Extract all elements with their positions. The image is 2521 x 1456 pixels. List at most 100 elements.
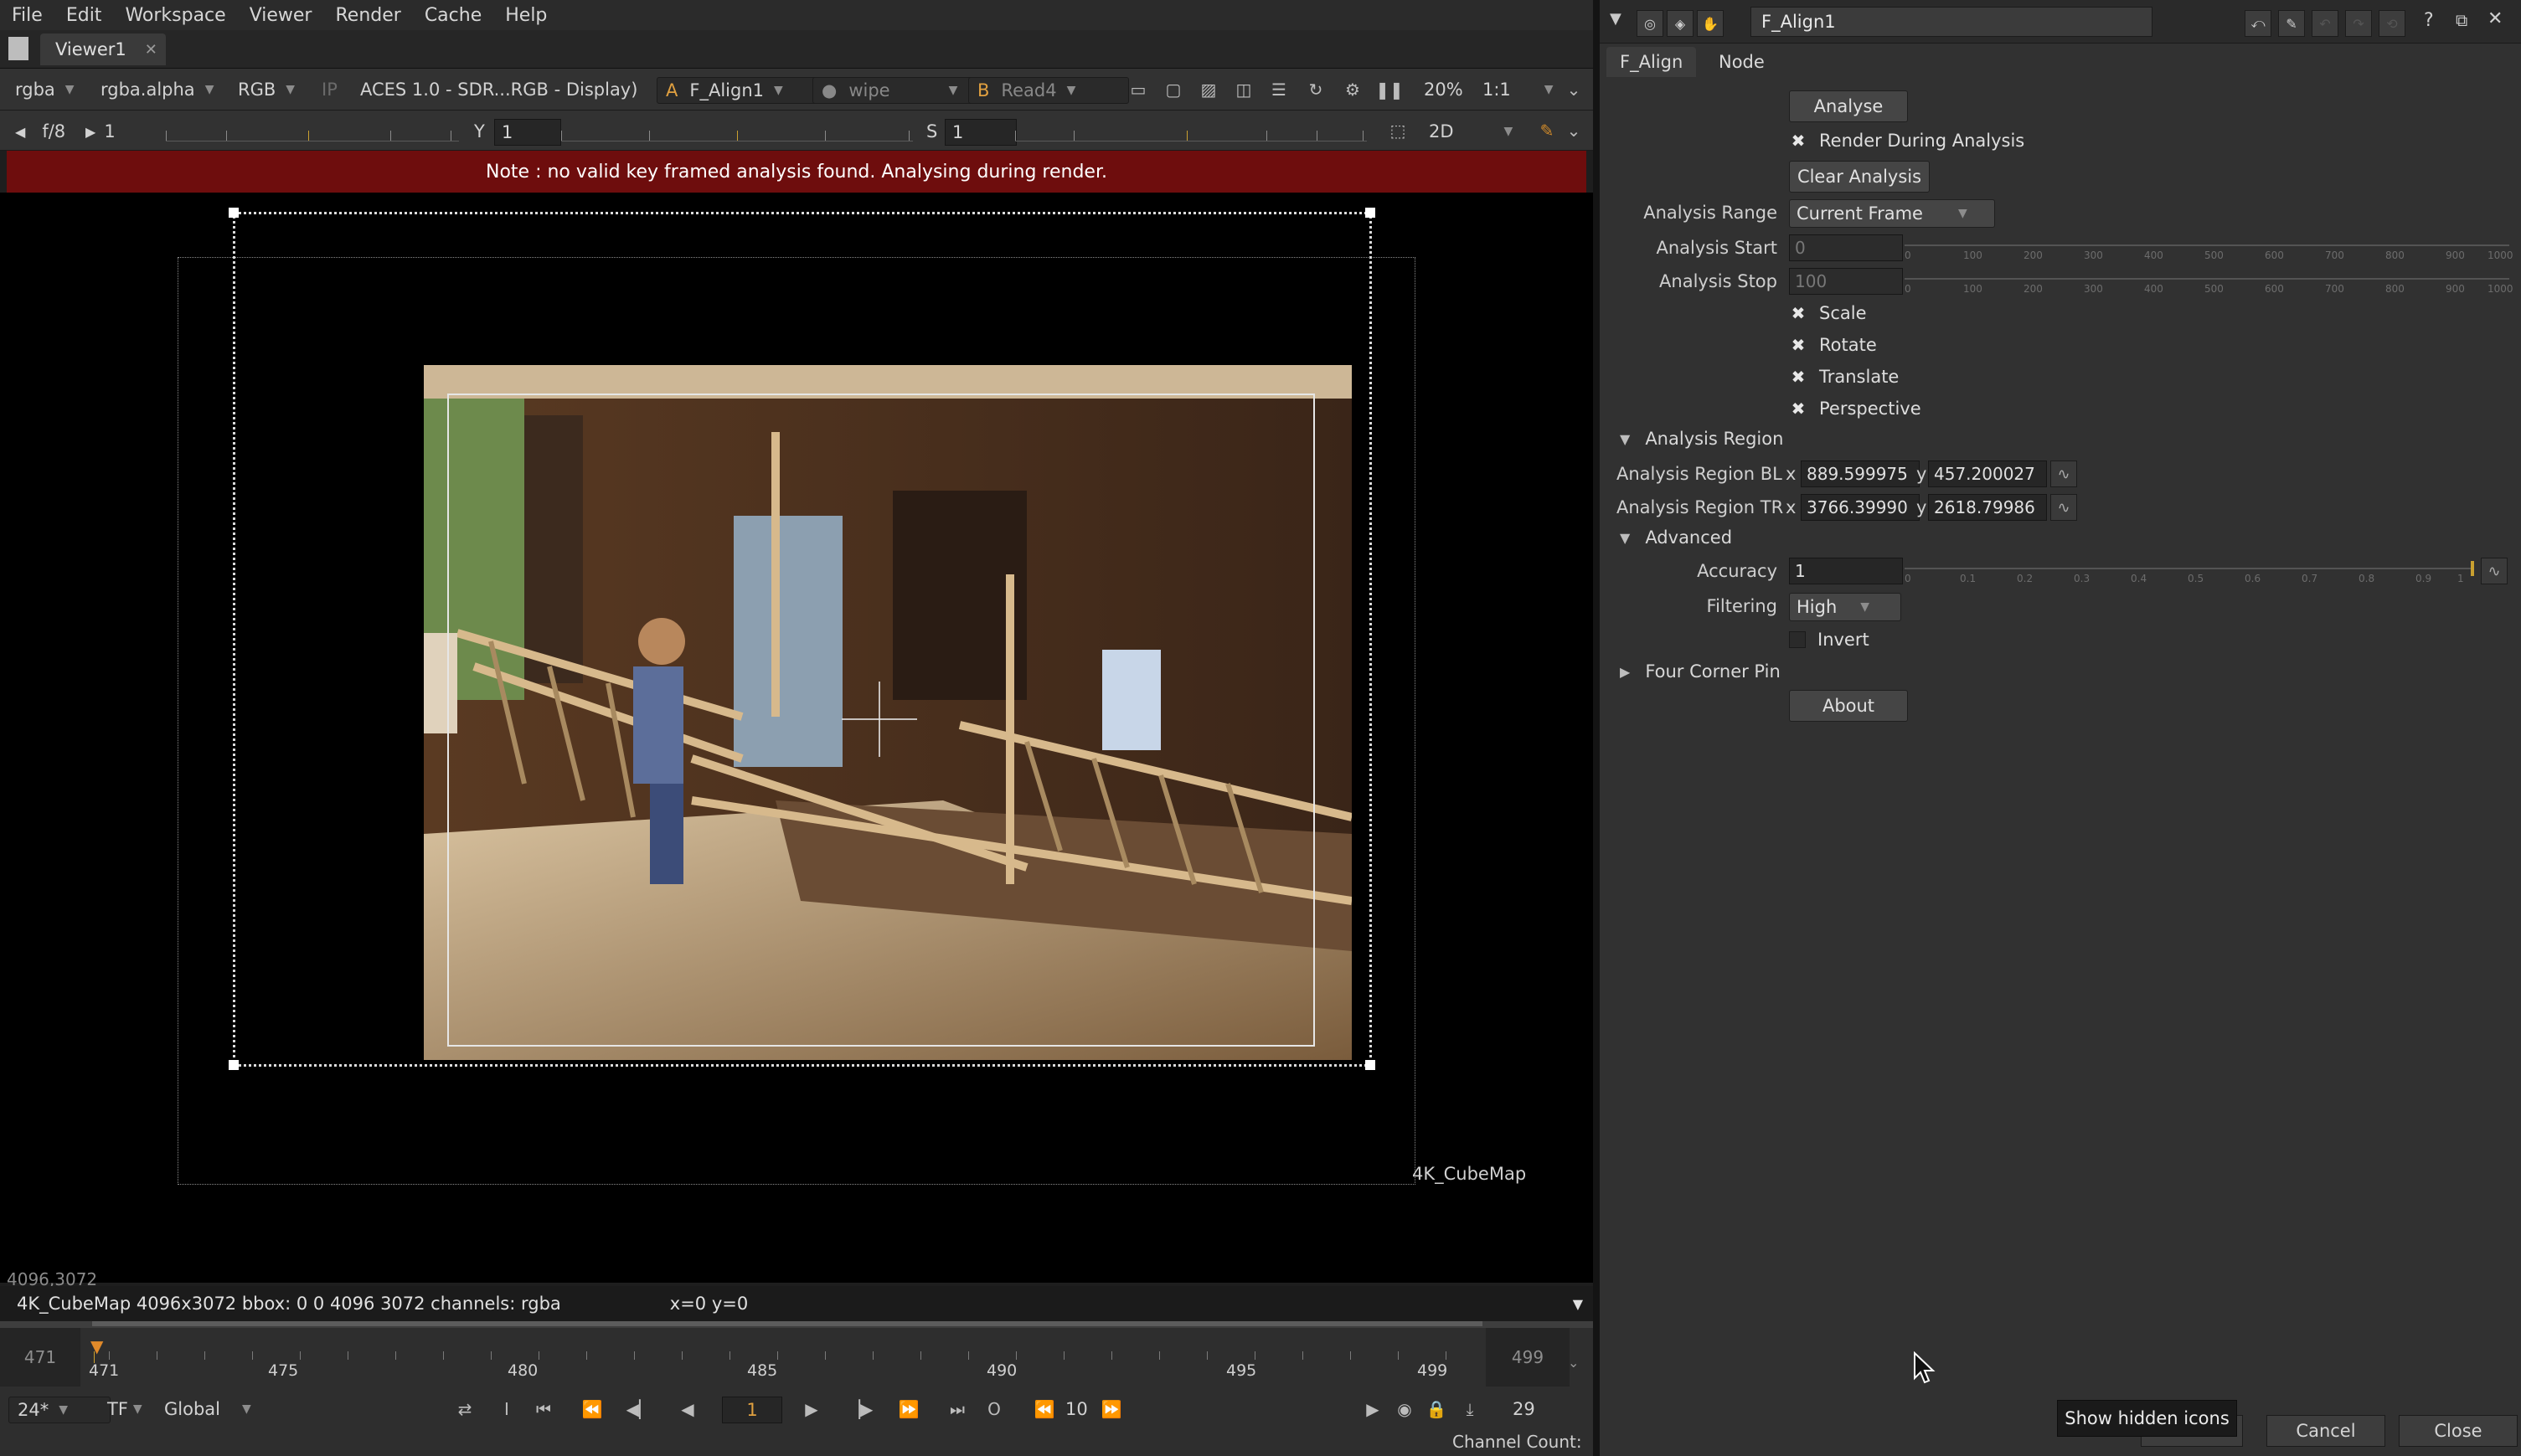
rotate-checkbox[interactable]: ✖ Rotate	[1789, 335, 1877, 355]
animation-curve-icon[interactable]: ∿	[2481, 558, 2508, 584]
safe-area-icon[interactable]: ▢	[1161, 77, 1186, 102]
menu-cache[interactable]: Cache	[413, 5, 493, 26]
pane-menu-icon[interactable]	[8, 37, 28, 60]
viewer-link-icon[interactable]: ◈	[1667, 10, 1694, 37]
node-help-icon[interactable]: ◎	[1637, 10, 1663, 37]
close-icon[interactable]: ✕	[145, 41, 157, 59]
tab-node[interactable]: Node	[1705, 47, 1778, 77]
bbox-handle-tr[interactable]	[1365, 208, 1375, 218]
prev-frame-icon[interactable]: ◀▏	[626, 1397, 652, 1422]
filtering-dropdown[interactable]: High ▼	[1789, 593, 1901, 621]
wipe-dropdown[interactable]: ● wipe ▼	[812, 77, 982, 104]
bbox-handle-br[interactable]	[1365, 1060, 1375, 1070]
gear-icon[interactable]: ⚙	[1340, 77, 1365, 102]
chevron-down-icon[interactable]: ▼	[1573, 1296, 1583, 1312]
in-point-icon[interactable]: I	[494, 1397, 519, 1422]
invert-checkbox[interactable]: Invert	[1789, 630, 1869, 650]
pause-icon[interactable]: ❚❚	[1375, 77, 1404, 102]
region-bl-y-input[interactable]: 457.200027	[1928, 460, 2047, 487]
bbox-handle-tl[interactable]	[229, 208, 239, 218]
end-frame-value[interactable]: 29	[1513, 1397, 1535, 1422]
timecode-dropdown[interactable]: TF ▼	[107, 1397, 142, 1422]
view-mode-dropdown[interactable]: 2D ▼	[1429, 119, 1513, 144]
region-tr-y-input[interactable]: 2618.79986	[1928, 494, 2047, 521]
expand-chevrons-icon[interactable]: ⌄	[1561, 118, 1586, 143]
scale-checkbox[interactable]: ✖ Scale	[1789, 303, 1867, 323]
collapse-triangle-icon[interactable]: ▼	[1610, 10, 1621, 28]
translate-checkbox[interactable]: ✖ Translate	[1789, 367, 1900, 387]
menu-viewer[interactable]: Viewer	[238, 5, 324, 26]
animation-curve-icon[interactable]: ∿	[2050, 460, 2077, 487]
menu-render[interactable]: Render	[323, 5, 412, 26]
redo-icon[interactable]: ↷	[2345, 10, 2372, 37]
analysis-region-section[interactable]: ▼ Analysis Region	[1620, 429, 1783, 449]
undo-icon[interactable]: ↶	[2312, 10, 2338, 37]
menu-file[interactable]: File	[0, 5, 54, 26]
step-increment[interactable]: 10	[1065, 1397, 1088, 1422]
input-a-dropdown[interactable]: A F_Align1 ▼	[657, 77, 826, 104]
four-corner-pin-section[interactable]: ▶ Four Corner Pin	[1620, 661, 1781, 682]
flipbook-icon[interactable]: ▶	[1360, 1397, 1385, 1422]
loop-icon[interactable]: ⇄	[452, 1397, 477, 1422]
analysis-start-slider[interactable]: 0 100 200 300 400 500 600 700 800 900 1000	[1905, 234, 2513, 263]
accuracy-slider[interactable]: 0 0.1 0.2 0.3 0.4 0.5 0.6 0.7 0.8 0.9 1	[1905, 558, 2474, 586]
zebra-icon[interactable]: ▨	[1196, 77, 1221, 102]
play-forward-icon[interactable]: ▶	[799, 1397, 824, 1422]
channels-dropdown[interactable]: rgba ▼	[15, 77, 75, 102]
node-name-field[interactable]: F_Align1	[1750, 7, 2152, 37]
perspective-checkbox[interactable]: ✖ Perspective	[1789, 399, 1921, 419]
step-forward-icon[interactable]: ⏩	[1099, 1397, 1124, 1422]
menu-edit[interactable]: Edit	[54, 5, 114, 26]
export-icon[interactable]: ⤓	[1457, 1397, 1482, 1422]
fstop-control[interactable]: ◀ f/8	[15, 119, 65, 144]
edit-icon[interactable]: ✎	[2278, 10, 2305, 37]
analysis-start-input[interactable]: 0	[1789, 234, 1903, 261]
region-select-icon[interactable]: ⬚	[1385, 118, 1410, 143]
advanced-section[interactable]: ▼ Advanced	[1620, 527, 1732, 548]
out-point-icon[interactable]: O	[982, 1397, 1007, 1422]
render-during-analysis-checkbox[interactable]: ✖ Render During Analysis	[1789, 131, 2025, 151]
menu-help[interactable]: Help	[493, 5, 559, 26]
fps-dropdown[interactable]: 24* ▼	[8, 1397, 111, 1423]
animation-curve-icon[interactable]: ∿	[2050, 494, 2077, 521]
in-point[interactable]: 471	[0, 1328, 80, 1387]
input-process-toggle[interactable]: IP	[322, 77, 338, 102]
colorspace-dropdown[interactable]: RGB ▼	[238, 77, 295, 102]
gain-control[interactable]: ▶ 1	[85, 119, 116, 144]
gain-slider[interactable]	[166, 122, 459, 141]
clear-analysis-button[interactable]: Clear Analysis	[1789, 161, 1930, 193]
menu-workspace[interactable]: Workspace	[113, 5, 237, 26]
float-icon[interactable]: ⧉	[2456, 10, 2467, 30]
timeline[interactable]: 471 499 ▼ 471 475 480 485 490 495 499 ⌄	[0, 1321, 1593, 1388]
region-bl-x-input[interactable]: 889.599975	[1801, 460, 1920, 487]
menu-lines-icon[interactable]: ☰	[1266, 77, 1291, 102]
accuracy-input[interactable]: 1	[1789, 558, 1903, 584]
zoom-value[interactable]: 20%	[1424, 77, 1463, 102]
refresh-icon[interactable]: ↻	[1303, 77, 1328, 102]
step-back-icon[interactable]: ⏪	[1032, 1397, 1057, 1422]
roi-icon[interactable]: ▭	[1126, 77, 1151, 102]
display-dropdown[interactable]: ACES 1.0 - SDR...RGB - Display)	[360, 77, 637, 102]
prev-keyframe-icon[interactable]: ⏪	[580, 1397, 605, 1422]
close-button[interactable]: Close	[2399, 1415, 2518, 1447]
lock-icon[interactable]: 🔒	[1424, 1397, 1449, 1422]
saturation-input[interactable]: 1	[945, 119, 1017, 146]
paint-icon[interactable]: ✎	[1534, 118, 1560, 143]
bbox-handle-bl[interactable]	[229, 1060, 239, 1070]
about-button[interactable]: About	[1789, 690, 1908, 722]
saturation-slider[interactable]	[1015, 122, 1367, 141]
pane-divider[interactable]	[1593, 0, 1600, 1456]
scope-dropdown[interactable]: Global ▼	[164, 1397, 251, 1422]
alpha-dropdown[interactable]: rgba.alpha ▼	[101, 77, 214, 102]
gamma-slider[interactable]	[561, 122, 913, 141]
tab-viewer1[interactable]: Viewer1 ✕	[40, 33, 166, 65]
close-icon[interactable]: ✕	[2487, 8, 2503, 29]
revert-icon[interactable]: ⤺	[2245, 10, 2271, 37]
out-point[interactable]: 499	[1486, 1328, 1570, 1387]
playhead-marker-icon[interactable]: ▼	[90, 1336, 103, 1356]
gamma-input[interactable]: 1	[494, 119, 561, 146]
analysis-region-overlay[interactable]	[447, 394, 1315, 1047]
last-frame-icon[interactable]: ⏭	[945, 1397, 970, 1422]
current-frame-input[interactable]: 1	[722, 1397, 782, 1423]
analysis-range-dropdown[interactable]: Current Frame ▼	[1789, 199, 1995, 228]
